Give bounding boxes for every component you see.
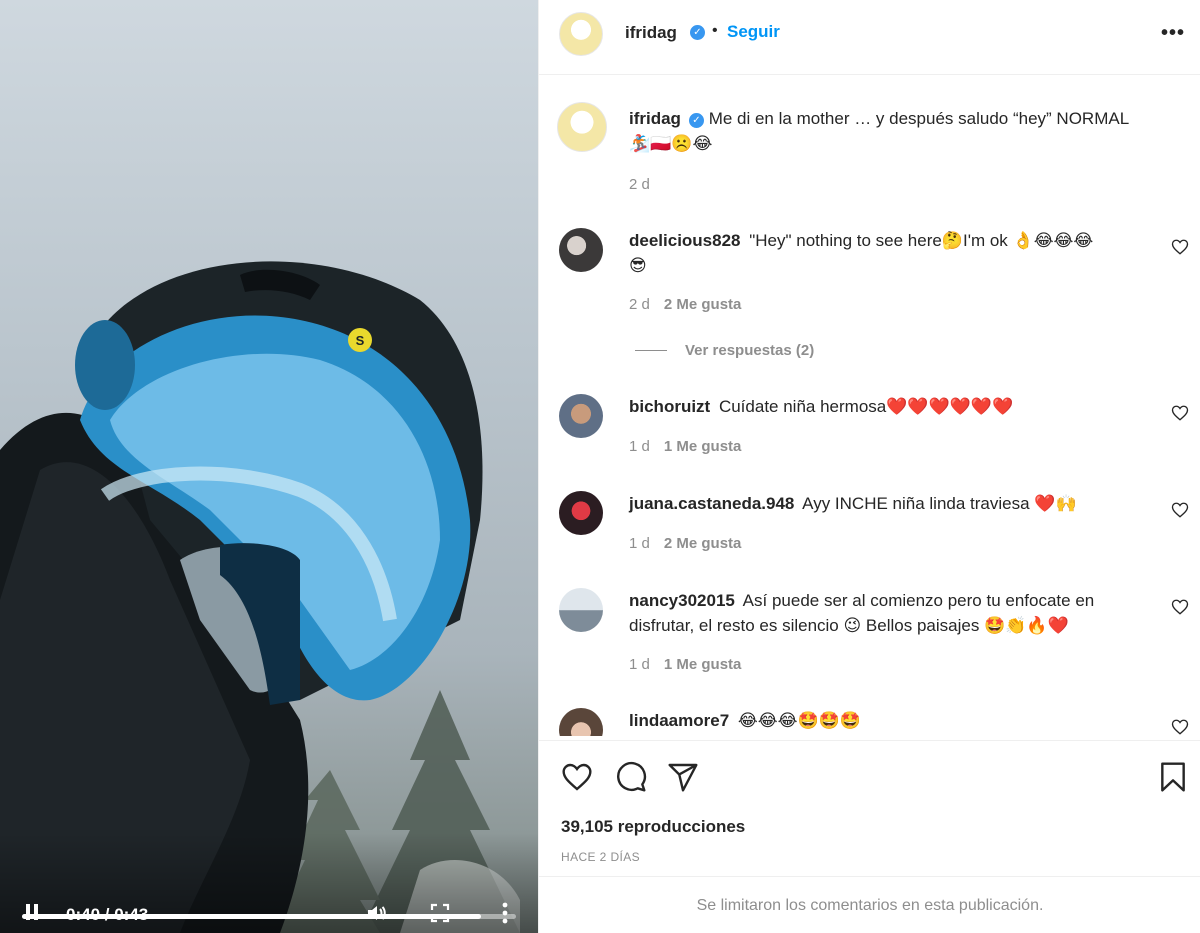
like-comment-heart-icon[interactable] [1171, 238, 1189, 256]
commenter-username[interactable]: bichoruizt [629, 397, 710, 416]
author-username[interactable]: ifridag [625, 23, 677, 43]
comment-text: Así puede ser al comienzo pero tu enfoca… [742, 591, 1095, 610]
commenter-avatar[interactable] [559, 491, 603, 535]
video-frame: S [0, 261, 520, 933]
comment-likes[interactable]: 1 Me gusta [664, 438, 742, 455]
view-replies-button[interactable]: Ver respuestas (2) [635, 342, 814, 359]
commenter-username[interactable]: deelicious828 [629, 231, 741, 250]
fullscreen-icon[interactable] [430, 903, 450, 923]
comment-text: Ayy INCHE niña linda traviesa ❤️🙌 [802, 494, 1077, 513]
comment-bubble-icon[interactable] [615, 761, 647, 793]
comment-text: 😂😂😂🤩🤩🤩 [737, 711, 861, 730]
comment-text-cont: 😎 [629, 256, 647, 275]
comment-age[interactable]: 1 d [629, 656, 650, 673]
more-options-button[interactable]: ••• [1161, 22, 1185, 45]
comment-likes[interactable]: 2 Me gusta [664, 535, 742, 552]
commenter-avatar[interactable] [559, 588, 603, 632]
post-actions: 39,105 reproducciones HACE 2 DÍAS Se lim… [539, 740, 1200, 933]
comment-age[interactable]: 2 d [629, 296, 650, 313]
save-bookmark-icon[interactable] [1157, 761, 1189, 793]
comment-age[interactable]: 1 d [629, 438, 650, 455]
comments-limited-notice: Se limitaron los comentarios en esta pub… [539, 876, 1200, 933]
post-panel: ifridag ✓ • Seguir ••• ifridag ✓ Me di en… [538, 0, 1200, 933]
views-count[interactable]: 39,105 reproducciones [561, 817, 745, 837]
post-header: ifridag ✓ • Seguir ••• [539, 0, 1200, 75]
follow-button[interactable]: Seguir [727, 22, 780, 42]
share-paper-plane-icon[interactable] [667, 761, 699, 793]
author-avatar[interactable] [559, 12, 603, 56]
caption-emojis: 🏂🇵🇱☹️😂 [629, 134, 713, 153]
commenter-username[interactable]: lindaamore7 [629, 711, 729, 730]
like-comment-heart-icon[interactable] [1171, 404, 1189, 422]
caption-username[interactable]: ifridag [629, 109, 681, 128]
like-heart-icon[interactable] [561, 761, 593, 793]
comment-text: "Hey" nothing to see here🤔I'm ok 👌😂😂😂 [749, 231, 1094, 250]
verified-badge-icon: ✓ [690, 25, 705, 40]
helmet-logo-letter: S [356, 333, 365, 348]
caption-text: Me di en la mother … y después saludo “h… [708, 109, 1130, 128]
like-comment-heart-icon[interactable] [1171, 598, 1189, 616]
video-progress-bar[interactable] [22, 914, 516, 919]
comments-list[interactable]: ifridag ✓ Me di en la mother … y después … [539, 76, 1200, 736]
verified-badge-icon: ✓ [688, 113, 704, 128]
view-replies-label: Ver respuestas (2) [685, 342, 815, 359]
comment-likes[interactable]: 2 Me gusta [664, 296, 742, 313]
caption-avatar[interactable] [557, 102, 607, 152]
volume-icon[interactable] [365, 901, 389, 925]
commenter-avatar[interactable] [559, 708, 603, 736]
separator-dot: • [712, 22, 718, 39]
video-progress-fill [22, 914, 482, 919]
comment-likes[interactable]: 1 Me gusta [664, 656, 742, 673]
comment-text-cont: disfrutar, el resto es silencio 😉 Bellos… [629, 616, 1069, 635]
caption-age[interactable]: 2 d [629, 176, 650, 193]
more-options-icon[interactable] [498, 901, 512, 925]
video-player[interactable]: S 0:40 / 0:43 [0, 0, 538, 933]
commenter-avatar[interactable] [559, 394, 603, 438]
like-comment-heart-icon[interactable] [1171, 501, 1189, 519]
commenter-avatar[interactable] [559, 228, 603, 272]
post-date[interactable]: HACE 2 DÍAS [561, 850, 640, 864]
replies-line [635, 350, 667, 351]
commenter-username[interactable]: juana.castaneda.948 [629, 494, 794, 513]
like-comment-heart-icon[interactable] [1171, 718, 1189, 736]
comment-age[interactable]: 1 d [629, 535, 650, 552]
commenter-username[interactable]: nancy302015 [629, 591, 735, 610]
comment-text: Cuídate niña hermosa❤️❤️❤️❤️❤️❤️ [718, 397, 1014, 416]
